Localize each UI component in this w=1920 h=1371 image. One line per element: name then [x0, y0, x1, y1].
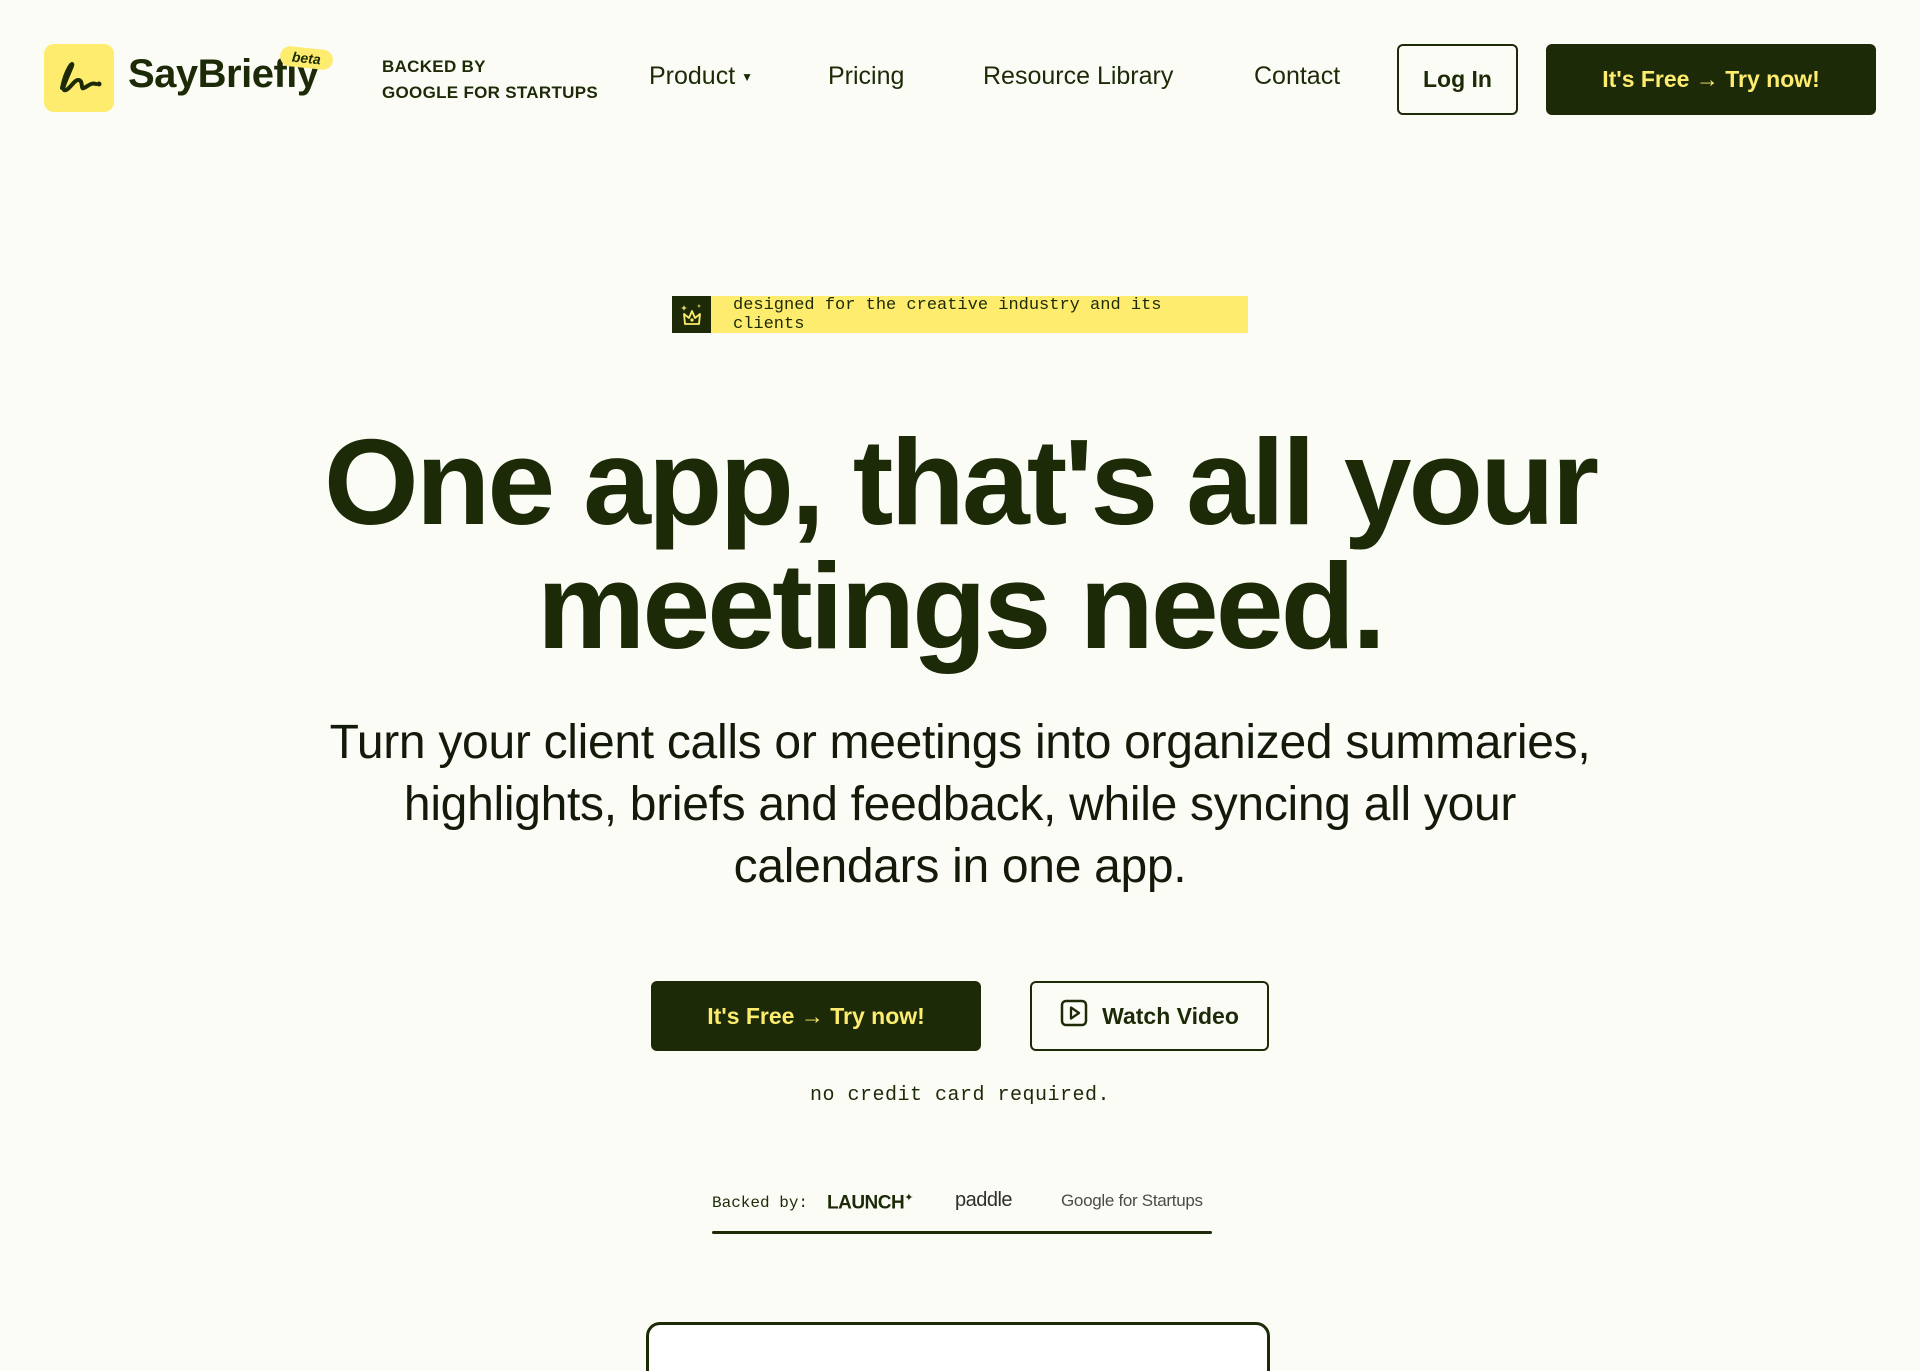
sparkle-crown-icon: [672, 296, 711, 333]
nav-product[interactable]: Product ▼: [649, 62, 753, 91]
launch-logo-text: LAUNCH: [827, 1192, 905, 1214]
subhead-line-3: calendars in one app.: [733, 840, 1187, 893]
nav-resource-library[interactable]: Resource Library: [983, 62, 1173, 91]
headline-line-2: meetings need.: [536, 538, 1386, 674]
logo-icon[interactable]: [44, 44, 114, 112]
no-credit-card-note: no credit card required.: [809, 1084, 1111, 1107]
headline-line-1: One app, that's all your: [323, 414, 1599, 550]
hero-subheading: Turn your client calls or meetings into …: [260, 712, 1660, 898]
launch-logo: LAUNCH✦: [827, 1191, 913, 1214]
backed-by-line2: GOOGLE FOR STARTUPS: [382, 83, 599, 102]
nav-product-label: Product: [649, 62, 736, 90]
product-preview-card: [646, 1322, 1270, 1371]
backers-strip: Backed by: LAUNCH✦ paddle Google for Sta…: [712, 1183, 1212, 1234]
caret-down-icon: ▼: [741, 70, 754, 85]
watch-video-label: Watch Video: [1102, 1002, 1239, 1029]
tagline-text: designed for the creative industry and i…: [711, 296, 1248, 334]
backers-divider: [712, 1231, 1212, 1234]
hero-headline: One app, that's all your meetings need.: [0, 420, 1920, 668]
hero-try-now-button[interactable]: It's Free → Try now!: [651, 981, 981, 1051]
backed-by-line1: BACKED BY: [382, 57, 486, 76]
launch-spark-icon: ✦: [904, 1192, 913, 1204]
subhead-line-2: highlights, briefs and feedback, while s…: [403, 778, 1517, 831]
login-button[interactable]: Log In: [1397, 44, 1518, 115]
nav-pricing[interactable]: Pricing: [828, 62, 904, 91]
nav-contact[interactable]: Contact: [1254, 62, 1340, 91]
play-icon: [1060, 999, 1088, 1033]
paddle-logo: paddle: [955, 1189, 1013, 1211]
google-for-startups-logo: Google for Startups: [1061, 1191, 1203, 1210]
nav-try-now-button[interactable]: It's Free → Try now!: [1546, 44, 1876, 115]
backers-label: Backed by:: [712, 1194, 809, 1212]
watch-video-button[interactable]: Watch Video: [1030, 981, 1269, 1051]
tagline-badge: designed for the creative industry and i…: [672, 296, 1248, 334]
top-nav: SayBriefly beta BACKED BY GOOGLE FOR STA…: [0, 0, 1920, 156]
landing-page: SayBriefly beta BACKED BY GOOGLE FOR STA…: [0, 0, 1920, 1371]
subhead-line-1: Turn your client calls or meetings into …: [329, 716, 1591, 769]
backed-by-google: BACKED BY GOOGLE FOR STARTUPS: [382, 54, 598, 106]
